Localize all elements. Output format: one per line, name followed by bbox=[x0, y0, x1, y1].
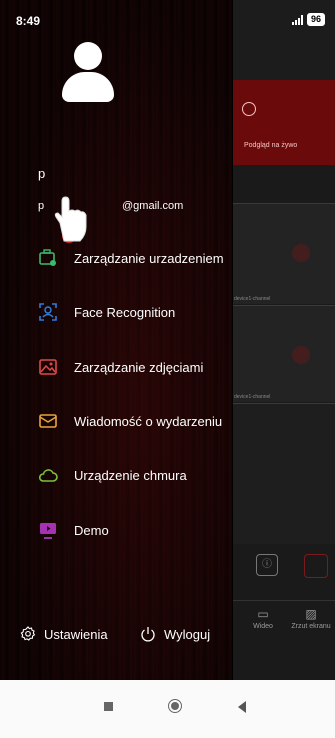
menu-label: Wiadomość o wydarzeniu bbox=[74, 413, 223, 429]
power-icon bbox=[141, 627, 155, 642]
video-icon: ▭ bbox=[257, 607, 269, 621]
status-time: 8:49 bbox=[16, 14, 41, 28]
signal-icon bbox=[291, 14, 303, 25]
menu-label: Face Recognition bbox=[74, 304, 176, 320]
video-cell[interactable]: device1-channel bbox=[232, 305, 335, 402]
drawer-footer: Ustawienia Wyloguj bbox=[0, 616, 232, 656]
device-management-icon bbox=[39, 249, 56, 266]
status-bar: 8:49 96 bbox=[0, 0, 335, 36]
background-app: Podgląd na żywo device1-channel device1-… bbox=[232, 0, 335, 680]
video-nav-item[interactable]: ▭ Wideo bbox=[238, 607, 288, 630]
info-button[interactable]: ⓘ bbox=[256, 554, 278, 576]
menu-item-cloud-device[interactable]: Urządzenie chmura bbox=[0, 455, 232, 495]
live-view-tab[interactable]: Podgląd na żywo bbox=[232, 80, 335, 165]
gear-icon bbox=[20, 626, 36, 641]
menu-item-device-management[interactable]: Zarządzanie urzadzeniem bbox=[0, 238, 232, 278]
face-recognition-icon bbox=[39, 303, 57, 321]
photo-management-icon bbox=[39, 359, 57, 375]
cell-caption: device1-channel bbox=[234, 296, 271, 302]
avatar[interactable] bbox=[62, 42, 114, 120]
settings-label: Ustawienia bbox=[44, 626, 108, 642]
live-view-label: Podgląd na żywo bbox=[244, 142, 298, 149]
record-button[interactable] bbox=[304, 554, 328, 578]
video-nav-label: Wideo bbox=[253, 623, 273, 630]
menu-label: Zarządzanie zdjęciami bbox=[74, 359, 204, 375]
event-message-icon bbox=[39, 414, 57, 428]
camera-indicator-icon bbox=[292, 346, 310, 364]
status-right: 96 bbox=[291, 13, 325, 26]
screenshot-nav-label: Zrzut ekranu bbox=[291, 623, 331, 630]
user-email-domain: @gmail.com bbox=[122, 200, 184, 212]
settings-button[interactable]: Ustawienia bbox=[20, 626, 108, 642]
menu-item-event-message[interactable]: Wiadomość o wydarzeniu bbox=[0, 401, 232, 441]
screenshot-nav-item[interactable]: ▨ Zrzut ekranu bbox=[286, 607, 335, 630]
home-button[interactable] bbox=[168, 699, 182, 713]
menu-label: Zarządzanie urzadzeniem bbox=[74, 250, 224, 266]
system-nav-bar bbox=[0, 680, 335, 738]
menu-item-photo-management[interactable]: Zarządzanie zdjęciami bbox=[0, 347, 232, 387]
logout-button[interactable]: Wyloguj bbox=[140, 626, 210, 642]
app-screen: 8:49 96 Podgląd na żywo device1-channel … bbox=[0, 0, 335, 738]
battery-icon: 96 bbox=[306, 13, 325, 26]
navigation-drawer: p p @gmail.com Zarządzanie urzadzeniem F… bbox=[0, 0, 233, 680]
image-icon: ▨ bbox=[305, 607, 317, 621]
control-buttons: ⓘ bbox=[232, 548, 335, 588]
avatar-body bbox=[62, 72, 114, 102]
cloud-device-icon bbox=[38, 469, 58, 482]
user-icon bbox=[242, 102, 256, 116]
hand-pointer-icon bbox=[54, 196, 87, 242]
cell-caption: device1-channel bbox=[234, 394, 271, 400]
avatar-head bbox=[74, 42, 102, 70]
logout-label: Wyloguj bbox=[164, 626, 211, 642]
video-cell-empty[interactable] bbox=[232, 403, 335, 544]
back-button[interactable] bbox=[238, 701, 246, 713]
video-cell[interactable]: device1-channel bbox=[232, 203, 335, 304]
camera-indicator-icon bbox=[292, 244, 310, 262]
user-name: p bbox=[38, 166, 46, 181]
menu-item-face-recognition[interactable]: Face Recognition bbox=[0, 292, 232, 332]
menu-label: Urządzenie chmura bbox=[74, 467, 187, 483]
demo-icon bbox=[40, 523, 56, 539]
user-email-prefix: p bbox=[38, 200, 45, 212]
recent-apps-button[interactable] bbox=[104, 702, 113, 711]
background-bottom-nav: ▭ Wideo ▨ Zrzut ekranu bbox=[232, 600, 335, 641]
menu-label: Demo bbox=[74, 522, 109, 538]
menu-item-demo[interactable]: Demo bbox=[0, 510, 232, 550]
